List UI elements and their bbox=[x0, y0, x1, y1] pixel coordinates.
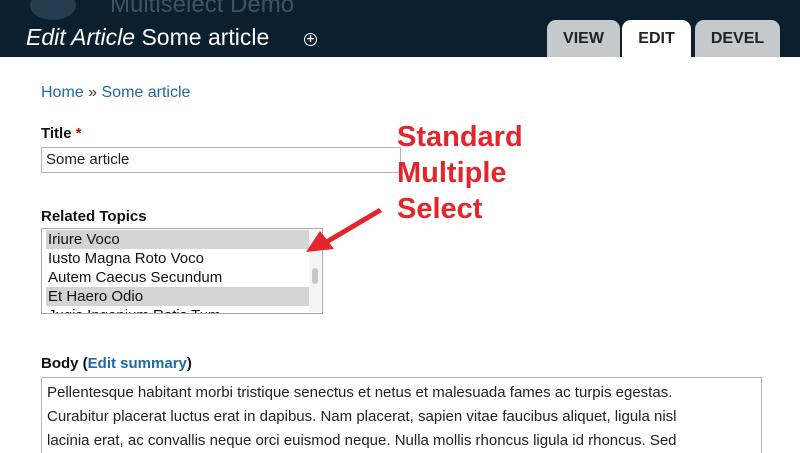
topic-option[interactable]: Autem Caecus Secundum bbox=[46, 268, 310, 287]
edit-summary-link[interactable]: Edit summary bbox=[88, 355, 187, 372]
breadcrumb-home-link[interactable]: Home bbox=[41, 84, 84, 101]
breadcrumb: Home » Some article bbox=[41, 84, 190, 102]
breadcrumb-current-link[interactable]: Some article bbox=[102, 84, 191, 101]
body-text-line: Pellentesque habitant morbi tristique se… bbox=[47, 384, 673, 401]
tab-devel[interactable]: DEVEL bbox=[695, 20, 780, 57]
breadcrumb-separator: » bbox=[88, 84, 98, 101]
annotation-line: Multiple bbox=[397, 157, 507, 189]
required-mark: * bbox=[75, 125, 82, 142]
related-topics-multiselect[interactable]: Iriure Voco Iusto Magna Roto Voco Autem … bbox=[41, 228, 323, 314]
annotation-callout: Standard Multiple Select bbox=[397, 119, 523, 227]
tab-view[interactable]: VIEW bbox=[547, 20, 620, 57]
page-title-suffix: Some article bbox=[141, 24, 270, 50]
title-label-text: Title bbox=[41, 125, 72, 142]
title-input[interactable]: Some article bbox=[41, 147, 401, 173]
body-textarea[interactable]: Pellentesque habitant morbi tristique se… bbox=[41, 377, 762, 453]
title-label: Title * bbox=[41, 125, 82, 142]
site-name[interactable]: Multiselect Demo bbox=[110, 0, 294, 19]
related-topics-label: Related Topics bbox=[41, 208, 147, 225]
multiselect-scroll-thumb[interactable] bbox=[312, 268, 318, 284]
page-title: Edit Article Some article bbox=[26, 24, 269, 51]
annotation-line: Select bbox=[397, 193, 483, 225]
page-title-prefix: Edit Article bbox=[26, 24, 136, 50]
annotation-arrow-icon bbox=[306, 208, 382, 252]
annotation-line: Standard bbox=[397, 121, 523, 153]
main-content: Home » Some article Title * Some article… bbox=[0, 57, 800, 453]
body-label: Body (Edit summary) bbox=[41, 355, 192, 372]
tab-edit[interactable]: EDIT bbox=[622, 20, 691, 57]
body-label-paren-close: ) bbox=[186, 355, 192, 372]
add-shortcut-icon[interactable]: + bbox=[304, 33, 317, 46]
body-label-text: Body bbox=[41, 355, 79, 372]
site-logo[interactable] bbox=[30, 0, 76, 20]
topic-option[interactable]: Jugis Ingenium Ratis Tum bbox=[46, 306, 310, 313]
body-text-line: lacinia erat, ac convallis neque orci eu… bbox=[47, 432, 677, 449]
body-text-line: Curabitur placerat luctus erat in dapibu… bbox=[47, 408, 677, 425]
topic-option[interactable]: Iusto Magna Roto Voco bbox=[46, 249, 310, 268]
topic-option[interactable]: Et Haero Odio bbox=[46, 287, 310, 306]
topic-option[interactable]: Iriure Voco bbox=[46, 230, 310, 249]
page-header: Multiselect Demo Edit Article Some artic… bbox=[0, 0, 800, 57]
